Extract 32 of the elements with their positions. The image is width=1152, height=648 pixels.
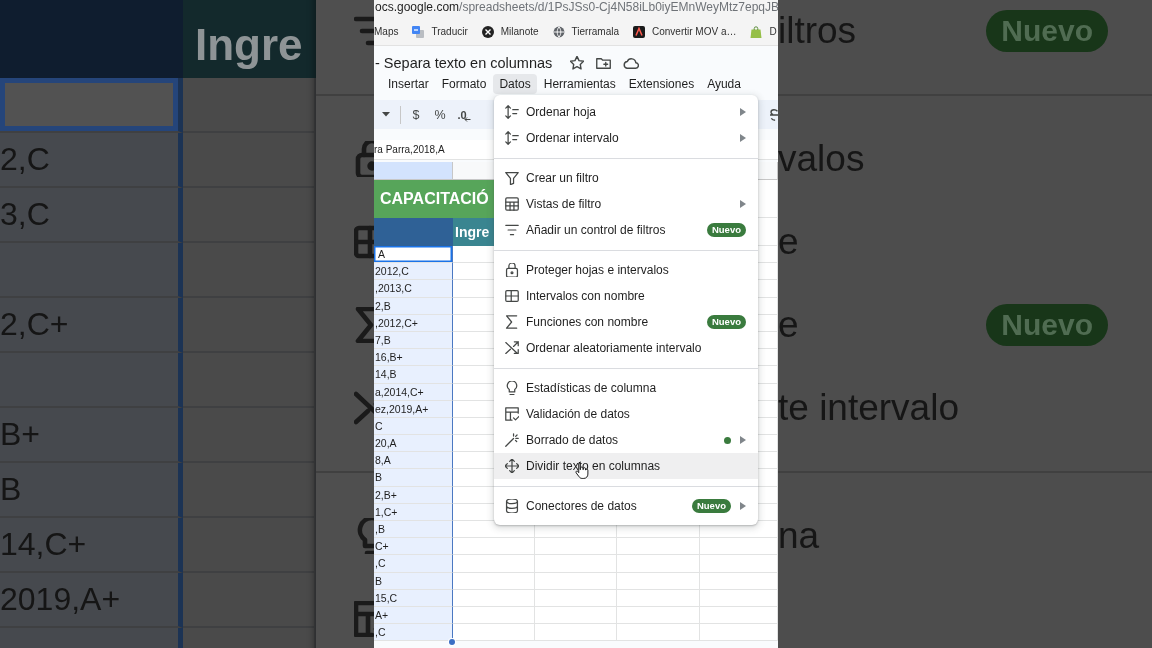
new-badge: Nuevo xyxy=(986,9,1108,52)
table-cell: 14,B xyxy=(374,366,453,384)
document-title: - Separa texto en columnas xyxy=(374,54,553,73)
table-cell: A xyxy=(374,246,453,264)
table-cell: 2,C+ xyxy=(0,298,183,353)
table-cell: 3,C xyxy=(0,188,183,243)
table-cell: B+ xyxy=(0,408,183,463)
menu-text: valos xyxy=(778,137,866,180)
table-cell: B xyxy=(0,463,183,518)
table-cell: ,C xyxy=(374,555,453,573)
header-cell: Ingre xyxy=(183,0,316,78)
table-cell: 14,C+ xyxy=(0,518,183,573)
table-cell: ,2013,C xyxy=(374,280,453,298)
new-badge: Nuevo xyxy=(986,303,1108,346)
table-cell: 2,C xyxy=(0,133,183,188)
menu-text: iltros xyxy=(778,9,858,52)
table-cell: ,C xyxy=(374,624,453,642)
new-badge: Nuevo xyxy=(706,223,746,237)
menu-text: na xyxy=(778,514,821,557)
table-cell: 20,A xyxy=(374,435,453,453)
new-badge: Nuevo xyxy=(706,315,746,329)
table-cell: 2012,C xyxy=(374,263,453,281)
menu-text: te intervalo xyxy=(778,386,960,429)
table-cell: C+ xyxy=(374,538,453,556)
table-cell: 16,B+ xyxy=(374,349,453,367)
table-cell: 2019,A+ xyxy=(0,573,183,628)
table-cell: B xyxy=(374,469,453,487)
table-cell: ,B xyxy=(374,521,453,539)
new-badge: Nuevo xyxy=(691,499,731,513)
menu-text: e xyxy=(778,220,800,263)
menu-text: e xyxy=(778,303,800,346)
table-cell: 8,A xyxy=(374,452,453,470)
